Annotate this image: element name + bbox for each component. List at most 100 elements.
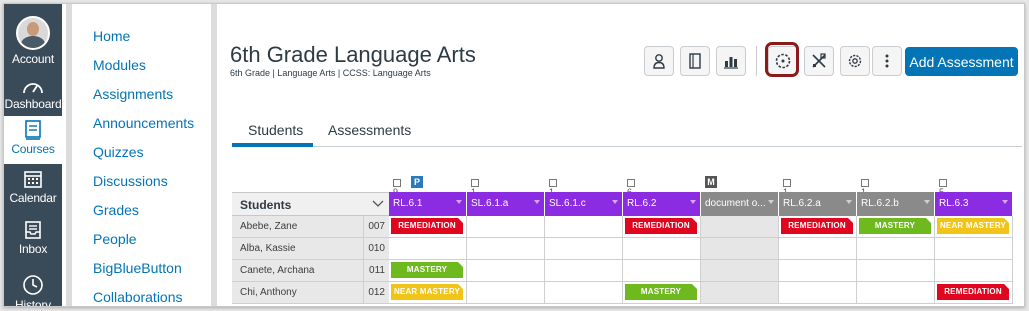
- grade-cell[interactable]: MASTERY: [623, 282, 701, 304]
- tools-icon: [812, 53, 826, 68]
- rating-label: REMEDIATION: [398, 221, 456, 230]
- grade-cell[interactable]: [545, 282, 623, 304]
- outcome-column-header[interactable]: SL.6.1.c: [545, 192, 622, 216]
- grade-cell[interactable]: [701, 282, 779, 304]
- outcome-column-header[interactable]: SL.6.1.a: [467, 192, 544, 216]
- outcome-column-header[interactable]: RL.6.2.a: [779, 192, 856, 216]
- course-nav-people[interactable]: People: [93, 231, 137, 247]
- grade-cell[interactable]: [467, 260, 545, 282]
- student-view-button[interactable]: [644, 46, 674, 76]
- course-nav-announcements[interactable]: Announcements: [93, 115, 194, 131]
- grade-cell[interactable]: [389, 238, 467, 260]
- nav-account-label: Account: [12, 52, 54, 66]
- grade-cell[interactable]: [779, 282, 857, 304]
- grade-cell[interactable]: [467, 238, 545, 260]
- grade-cell[interactable]: REMEDIATION: [779, 216, 857, 238]
- outcome-column-header[interactable]: RL.6.3: [935, 192, 1012, 216]
- grade-cell[interactable]: [857, 260, 935, 282]
- course-nav-bigbluebutton[interactable]: BigBlueButton: [93, 260, 182, 276]
- outcome-column-header[interactable]: RL.6.2: [623, 192, 700, 216]
- grade-cell[interactable]: [623, 260, 701, 282]
- grade-cell[interactable]: [545, 238, 623, 260]
- chevron-down-icon[interactable]: [768, 200, 774, 204]
- tools-button[interactable]: [804, 46, 834, 76]
- grade-cell[interactable]: NEAR MASTERY: [935, 216, 1013, 238]
- outcome-column-header[interactable]: RL.6.1: [389, 192, 466, 216]
- nav-history[interactable]: History: [4, 274, 62, 306]
- tab-active-indicator: [232, 143, 313, 147]
- nav-account[interactable]: Account: [4, 16, 62, 66]
- grade-cell[interactable]: [935, 260, 1013, 282]
- grade-cell[interactable]: MASTERY: [389, 260, 467, 282]
- more-options-button[interactable]: [872, 46, 902, 76]
- grade-cell[interactable]: [545, 260, 623, 282]
- add-assessment-button[interactable]: Add Assessment: [905, 47, 1018, 76]
- bar-chart-icon: [724, 57, 738, 69]
- grade-cell[interactable]: NEAR MASTERY: [389, 282, 467, 304]
- course-nav-divider: [211, 4, 217, 306]
- course-nav-assignments[interactable]: Assignments: [93, 86, 173, 102]
- outcome-column-label: SL.6.1.a: [471, 198, 509, 209]
- nav-calendar[interactable]: Calendar: [4, 169, 62, 205]
- kebab-icon: [885, 54, 889, 68]
- student-name[interactable]: Alba, Kassie: [232, 238, 364, 260]
- student-name[interactable]: Chi, Anthony: [232, 282, 364, 304]
- course-nav-collaborations[interactable]: Collaborations: [93, 289, 183, 305]
- tab-assessments[interactable]: Assessments: [328, 122, 411, 138]
- rating-badge: NEAR MASTERY: [391, 284, 463, 300]
- settings-button[interactable]: [840, 46, 870, 76]
- student-id: 007: [364, 216, 389, 238]
- corner-marker: [1004, 284, 1009, 289]
- learning-mastery-button[interactable]: [680, 46, 710, 76]
- course-nav-discussions[interactable]: Discussions: [93, 173, 168, 189]
- avatar: [16, 16, 50, 50]
- grade-cell[interactable]: [623, 238, 701, 260]
- grade-cell[interactable]: [701, 216, 779, 238]
- chevron-down-icon[interactable]: [690, 200, 696, 204]
- reports-button[interactable]: [716, 46, 746, 76]
- grade-cell[interactable]: REMEDIATION: [389, 216, 467, 238]
- students-column-header[interactable]: Students: [232, 192, 389, 216]
- tab-students[interactable]: Students: [248, 122, 303, 138]
- student-name[interactable]: Canete, Archana: [232, 260, 364, 282]
- grade-cell[interactable]: [467, 282, 545, 304]
- tab-divider: [232, 146, 1022, 147]
- chevron-down-icon[interactable]: [1002, 200, 1008, 204]
- grade-cell[interactable]: MASTERY: [857, 216, 935, 238]
- grade-cell[interactable]: [701, 238, 779, 260]
- grade-cell[interactable]: [701, 260, 779, 282]
- chevron-down-icon[interactable]: [846, 200, 852, 204]
- grade-cell[interactable]: [935, 238, 1013, 260]
- rating-label: MASTERY: [406, 265, 448, 274]
- nav-dashboard[interactable]: Dashboard: [4, 79, 62, 111]
- nav-courses[interactable]: Courses: [4, 116, 62, 164]
- nav-inbox[interactable]: Inbox: [4, 220, 62, 256]
- corner-marker: [926, 218, 931, 223]
- course-nav-home[interactable]: Home: [93, 28, 130, 44]
- outcome-column-header[interactable]: document o...: [701, 192, 778, 216]
- outcome-column-label: RL.6.2: [627, 198, 657, 209]
- student-name[interactable]: Abebe, Zane: [232, 216, 364, 238]
- outcome-column-header[interactable]: RL.6.2.b: [857, 192, 934, 216]
- grade-cell[interactable]: [857, 282, 935, 304]
- chevron-down-icon[interactable]: [372, 200, 384, 208]
- grade-cell[interactable]: [779, 238, 857, 260]
- checkbox-icon: [861, 178, 869, 187]
- grade-cell[interactable]: REMEDIATION: [935, 282, 1013, 304]
- course-nav-modules[interactable]: Modules: [93, 57, 146, 73]
- chevron-down-icon[interactable]: [456, 200, 462, 204]
- rating-badge: REMEDIATION: [625, 218, 697, 234]
- toolbar-separator: [756, 46, 757, 76]
- grade-cell[interactable]: REMEDIATION: [623, 216, 701, 238]
- rating-label: NEAR MASTERY: [939, 221, 1007, 230]
- chevron-down-icon[interactable]: [612, 200, 618, 204]
- chevron-down-icon[interactable]: [534, 200, 540, 204]
- grade-cell[interactable]: [779, 260, 857, 282]
- grade-cell[interactable]: [467, 216, 545, 238]
- checkbox-icon: [471, 178, 479, 187]
- course-nav-quizzes[interactable]: Quizzes: [93, 144, 144, 160]
- chevron-down-icon[interactable]: [924, 200, 930, 204]
- grade-cell[interactable]: [545, 216, 623, 238]
- grade-cell[interactable]: [857, 238, 935, 260]
- course-nav-grades[interactable]: Grades: [93, 202, 139, 218]
